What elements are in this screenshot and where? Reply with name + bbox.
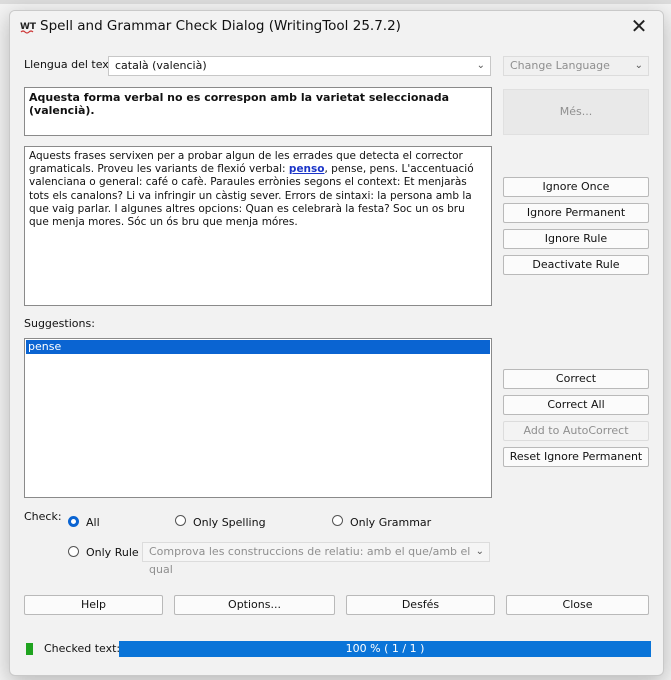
check-label: Check: — [24, 510, 62, 523]
radio-only-rule[interactable] — [68, 546, 79, 557]
title-bar: WT Spell and Grammar Check Dialog (Writi… — [10, 11, 663, 43]
error-message-box: Aquesta forma verbal no es correspon amb… — [24, 87, 492, 136]
close-button[interactable]: Close — [506, 595, 649, 615]
radio-only-grammar[interactable] — [332, 515, 343, 526]
writingtool-logo-icon: WT — [20, 22, 36, 34]
status-indicator-icon — [26, 643, 33, 655]
ignore-permanent-button[interactable]: Ignore Permanent — [503, 203, 649, 223]
radio-all[interactable] — [68, 516, 79, 527]
chevron-down-icon: ⌄ — [634, 60, 643, 71]
checked-text-area[interactable]: Aquests frases servixen per a probar alg… — [24, 146, 492, 306]
rule-select[interactable]: Comprova les construccions de relatiu: a… — [142, 542, 490, 576]
more-button[interactable]: Més... — [503, 89, 649, 135]
rule-selected-value: Comprova les construccions de relatiu: a… — [149, 545, 471, 576]
progress-text: 100 % ( 1 / 1 ) — [345, 642, 425, 655]
chevron-down-icon: ⌄ — [475, 546, 484, 557]
checked-text-label: Checked text: — [44, 642, 121, 655]
ignore-rule-button[interactable]: Ignore Rule — [503, 229, 649, 249]
change-language-select[interactable]: Change Language ⌄ — [503, 56, 649, 76]
language-select[interactable]: català (valencià) ⌄ — [108, 56, 491, 76]
radio-only-spelling-label: Only Spelling — [193, 516, 266, 529]
close-icon[interactable]: ✕ — [629, 15, 649, 37]
undo-button[interactable]: Desfés — [346, 595, 495, 615]
chevron-down-icon: ⌄ — [476, 60, 485, 71]
correct-button[interactable]: Correct — [503, 369, 649, 389]
suggestions-list[interactable]: pense — [24, 338, 492, 498]
radio-only-spelling[interactable] — [175, 515, 186, 526]
radio-only-grammar-label: Only Grammar — [350, 516, 432, 529]
radio-only-rule-label: Only Rule — [86, 546, 139, 559]
window-title: Spell and Grammar Check Dialog (WritingT… — [40, 18, 401, 34]
deactivate-rule-button[interactable]: Deactivate Rule — [503, 255, 649, 275]
add-to-autocorrect-button[interactable]: Add to AutoCorrect — [503, 421, 649, 441]
language-selected-value: català (valencià) — [115, 59, 207, 72]
language-label: Llengua del text: — [24, 58, 117, 71]
ignore-once-button[interactable]: Ignore Once — [503, 177, 649, 197]
suggestion-item[interactable]: pense — [26, 340, 490, 354]
error-word[interactable]: penso — [289, 163, 325, 175]
suggestions-label: Suggestions: — [24, 317, 95, 330]
spell-grammar-dialog: WT Spell and Grammar Check Dialog (Writi… — [9, 10, 664, 676]
background-toolbar-edge — [0, 0, 671, 4]
progress-bar: 100 % ( 1 / 1 ) — [119, 641, 651, 657]
change-language-label: Change Language — [510, 59, 610, 72]
options-button[interactable]: Options... — [174, 595, 335, 615]
radio-all-label: All — [86, 516, 100, 529]
help-button[interactable]: Help — [24, 595, 163, 615]
reset-ignore-permanent-button[interactable]: Reset Ignore Permanent — [503, 447, 649, 467]
correct-all-button[interactable]: Correct All — [503, 395, 649, 415]
